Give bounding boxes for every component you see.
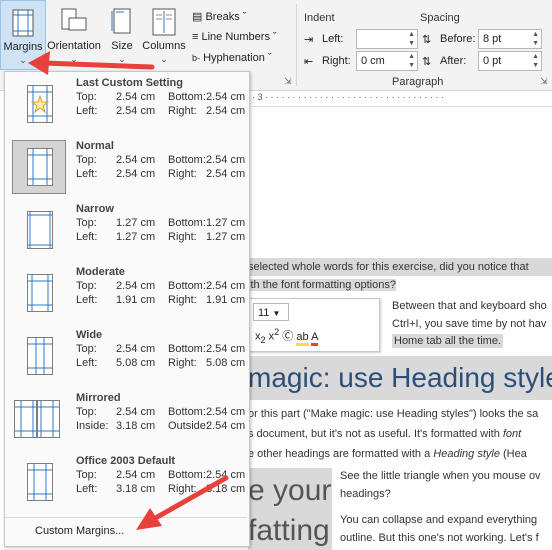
- arrow-to-margins-icon: [28, 51, 155, 75]
- annotation-arrows: [28, 51, 229, 530]
- arrow-to-custom-margins-icon: [136, 475, 229, 530]
